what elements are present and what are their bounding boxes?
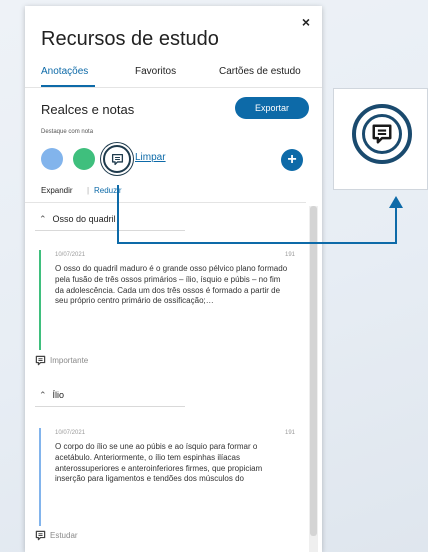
group-header-hip-bone[interactable]: ⌃ Osso do quadril xyxy=(39,214,116,225)
speech-bubble-icon xyxy=(35,355,46,366)
panel-title: Recursos de estudo xyxy=(41,28,219,50)
speech-bubble-icon xyxy=(35,530,46,541)
note-text: O osso do quadril maduro é o grande osso… xyxy=(55,264,288,306)
clear-link[interactable]: Limpar xyxy=(135,152,166,163)
note-page: 191 xyxy=(284,252,295,258)
expand-link[interactable]: Expandir xyxy=(41,186,73,195)
tab-annotations[interactable]: Anotações xyxy=(41,66,88,77)
note-text: O corpo do ílio se une ao púbis e ao ísq… xyxy=(55,442,263,484)
chevron-up-icon: ⌃ xyxy=(39,390,47,400)
note-tag-label: Estudar xyxy=(50,531,78,540)
tabs-divider xyxy=(25,87,322,88)
speech-bubble-icon xyxy=(372,124,392,144)
group-divider xyxy=(35,230,185,231)
note-date: 10/07/2021 xyxy=(55,252,86,258)
scrollbar-thumb[interactable] xyxy=(310,206,317,536)
note-tag: Importante xyxy=(35,355,88,366)
note-card[interactable]: 10/07/2021 191 O corpo do ílio se une ao… xyxy=(39,428,295,526)
note-filter-button[interactable] xyxy=(103,145,131,173)
note-color-bar xyxy=(39,250,41,350)
separator: | xyxy=(87,186,90,195)
note-date: 10/07/2021 xyxy=(55,430,86,436)
list-divider xyxy=(25,202,306,203)
note-page: 191 xyxy=(284,430,295,436)
zoomed-note-button xyxy=(352,104,412,164)
close-icon[interactable]: × xyxy=(302,14,310,30)
note-color-bar xyxy=(39,428,41,526)
tab-favorites[interactable]: Favoritos xyxy=(135,66,176,77)
green-highlight-swatch[interactable] xyxy=(73,148,95,170)
collapse-link[interactable]: Reduzir xyxy=(94,186,122,195)
add-note-button[interactable]: + xyxy=(281,149,303,171)
note-tag-label: Importante xyxy=(50,356,89,365)
tabs: Anotações Favoritos Cartões de estudo xyxy=(25,62,322,86)
group-header-ilium[interactable]: ⌃ Ílio xyxy=(39,390,64,401)
group-divider xyxy=(35,406,185,407)
group-title: Ílio xyxy=(52,390,65,400)
group-title: Osso do quadril xyxy=(52,214,116,224)
blue-highlight-swatch[interactable] xyxy=(41,148,63,170)
chevron-up-icon: ⌃ xyxy=(39,214,47,224)
tab-study-cards[interactable]: Cartões de estudo xyxy=(219,66,301,77)
highlight-filter-label: Destaque com nota xyxy=(41,129,94,135)
note-tag: Estudar xyxy=(35,530,78,541)
zoomed-note-icon-callout xyxy=(333,88,428,190)
export-button[interactable]: Exportar xyxy=(235,97,309,119)
speech-bubble-icon xyxy=(111,153,123,165)
scrollbar[interactable] xyxy=(309,206,318,552)
zoomed-note-button-inner xyxy=(362,114,402,154)
study-resources-panel: × Recursos de estudo Anotações Favoritos… xyxy=(25,6,322,552)
section-title: Realces e notas xyxy=(41,102,135,117)
note-card[interactable]: 10/07/2021 191 O osso do quadril maduro … xyxy=(39,250,295,350)
